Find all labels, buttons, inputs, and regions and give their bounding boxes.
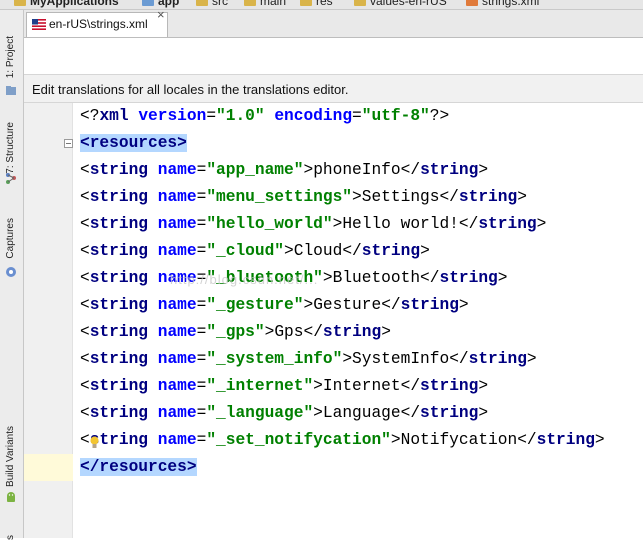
lightbulb-icon[interactable] <box>90 436 99 449</box>
close-tab-icon[interactable]: × <box>157 8 165 21</box>
breadcrumb-item-res[interactable]: res <box>300 0 333 8</box>
project-icon <box>6 86 16 95</box>
tool-tab-project[interactable]: 1: Project <box>4 36 18 78</box>
editor-tab-bar: en-rUS\strings.xml × <box>24 8 643 38</box>
tab-label: en-rUS\strings.xml <box>49 17 148 31</box>
structure-icon <box>6 173 16 184</box>
xml-file-icon <box>466 0 478 7</box>
module-icon <box>142 0 154 7</box>
notification-text: Edit translations for all locales in the… <box>32 82 349 97</box>
watermark-text: http://blog.csdn.net/... <box>170 272 319 287</box>
code-line-string: <string name="app_name">phoneInfo</strin… <box>80 161 489 179</box>
translations-notification: Edit translations for all locales in the… <box>24 74 643 103</box>
tool-tab-build-variants[interactable]: Build Variants <box>4 426 18 487</box>
breadcrumb-item-src[interactable]: src <box>196 0 228 8</box>
code-line-string: <string name="_language">Language</strin… <box>80 404 489 422</box>
code-line-string: <string name="_gesture">Gesture</string> <box>80 296 469 314</box>
captures-icon <box>6 267 16 277</box>
folder-icon <box>300 0 312 7</box>
editor-toolbar-area <box>24 38 643 74</box>
folder-icon <box>14 0 26 7</box>
code-line-resources-close: </resources> <box>80 454 197 481</box>
android-icon <box>7 492 15 502</box>
fold-marker-open[interactable] <box>64 139 73 148</box>
resources-open-tag: <resources> <box>80 134 187 152</box>
tool-tab-structure[interactable]: 7: Structure <box>4 122 18 174</box>
code-line-string: <string name="_internet">Internet</strin… <box>80 377 489 395</box>
code-line-string: <string name="_system_info">SystemInfo</… <box>80 350 537 368</box>
tool-window-strip: 1: Project 7: Structure Captures Build V… <box>0 10 24 540</box>
breadcrumb-item-file[interactable]: strings.xml <box>466 0 539 8</box>
breadcrumb: MyApplications app src main res values-e… <box>0 0 643 10</box>
tool-tab-captures[interactable]: Captures <box>4 218 18 259</box>
code-line-string: <string name="_gps">Gps</string> <box>80 323 391 341</box>
tab-strings-xml[interactable]: en-rUS\strings.xml × <box>26 8 168 37</box>
folder-icon <box>244 0 256 7</box>
code-line-string: <string name="_cloud">Cloud</string> <box>80 242 430 260</box>
folder-icon <box>196 0 208 7</box>
code-line-string: <string name="menu_settings">Settings</s… <box>80 188 527 206</box>
code-line-xml-declaration: <?xml version="1.0" encoding="utf-8"?> <box>80 107 450 125</box>
resources-close-tag: </resources> <box>80 458 197 476</box>
code-line-string: <string name="_set_notifycation">Notifyc… <box>80 431 605 449</box>
us-flag-icon <box>32 19 46 30</box>
breadcrumb-item-main[interactable]: main <box>244 0 286 8</box>
code-line-resources-open: <resources> <box>80 130 187 157</box>
folder-icon <box>354 0 366 7</box>
breadcrumb-item-project[interactable]: MyApplications <box>14 0 119 8</box>
code-line-string: <string name="hello_world">Hello world!<… <box>80 215 547 233</box>
breadcrumb-item-values[interactable]: values-en-rUS <box>354 0 447 8</box>
code-editor[interactable]: <?xml version="1.0" encoding="utf-8"?> <… <box>73 103 643 538</box>
